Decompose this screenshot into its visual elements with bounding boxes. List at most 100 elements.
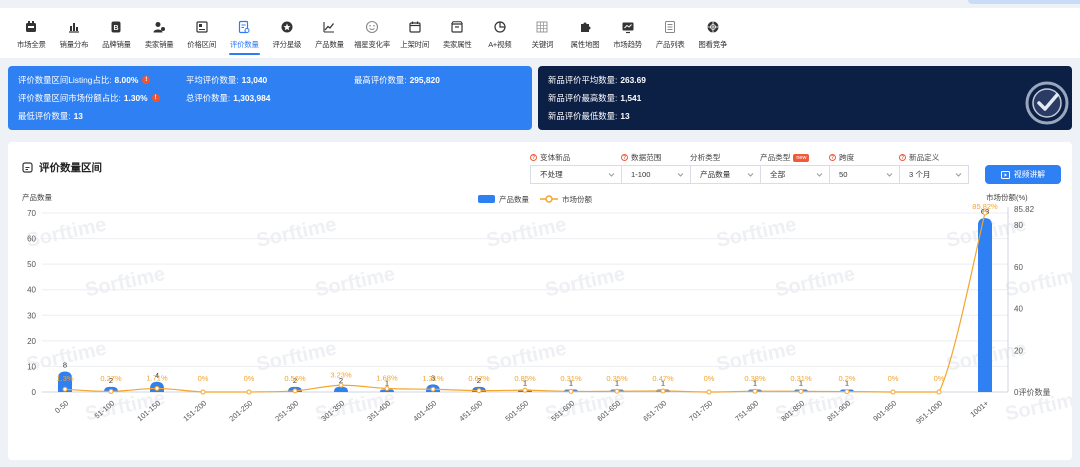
stat-min-reviews: 最低评价数量: 13 — [18, 110, 83, 122]
tab-market-overview[interactable]: 市场全景 — [10, 8, 53, 58]
brand-icon: B — [109, 20, 123, 34]
market-share-label: 0.47% — [652, 374, 674, 383]
tab-label: 产品数量 — [315, 40, 344, 49]
tab-pie[interactable]: A+视频 — [479, 8, 522, 58]
tab-list[interactable]: 产品列表 — [649, 8, 692, 58]
review-count-card: Sorftime Sorftime Sorftime Sorftime Sorftime… — [8, 142, 1072, 460]
market-overview-icon — [24, 20, 38, 34]
filter-select[interactable]: 不处理 — [530, 165, 622, 184]
filter-label-row: ? 变体新品 — [530, 152, 622, 163]
filter-select[interactable]: 3 个月 — [899, 165, 969, 184]
stat-market-share: 评价数量区间市场份额占比: 1.30%! — [18, 92, 160, 104]
watermark-text: Sorftime — [543, 263, 627, 301]
stat-total-reviews: 总评价数量: 1,303,984 — [186, 92, 270, 104]
filter-4: 产品类型 new 全部 — [760, 152, 830, 184]
market-share-label: 0% — [934, 374, 945, 383]
filter-label-row: ? 跨度 — [829, 152, 900, 163]
market-share-point — [108, 388, 114, 394]
tab-bar-chart[interactable]: 销量分布 — [53, 8, 96, 58]
filter-select[interactable]: 产品数量 — [690, 165, 761, 184]
tab-keyword[interactable]: 关键词 — [521, 8, 564, 58]
shop-icon — [450, 20, 464, 34]
help-icon[interactable]: ? — [530, 154, 537, 161]
help-icon[interactable]: ? — [621, 154, 628, 161]
y-tick-left: 10 — [27, 362, 36, 371]
market-share-label: 0.31% — [790, 374, 812, 383]
watermark-text: Sorftime — [83, 263, 167, 301]
tab-trend[interactable]: 市场趋势 — [606, 8, 649, 58]
market-share-point — [660, 388, 666, 394]
card-title: 评价数量区间 — [22, 160, 102, 175]
watermark-text: Sorftime — [714, 214, 798, 252]
filter-select[interactable]: 全部 — [760, 165, 830, 184]
x-tick-label: 151-200 — [181, 399, 208, 424]
warning-icon[interactable]: ! — [142, 76, 151, 84]
filter-label: 跨度 — [839, 153, 855, 162]
y-tick-right: 0评价数量 — [1014, 387, 1050, 397]
legend-label-bar: 产品数量 — [499, 194, 529, 204]
tab-competition[interactable]: 图看竞争 — [692, 8, 735, 58]
help-icon[interactable]: ? — [899, 154, 906, 161]
stat-label: 新品评价最高数量: — [548, 93, 618, 103]
filter-select[interactable]: 1-100 — [621, 165, 691, 184]
review-stats-panel: 评价数量区间Listing占比: 8.00%! 评价数量区间市场份额占比: 1.30… — [8, 66, 532, 130]
filter-label-row: 产品类型 new — [760, 152, 830, 163]
tab-label: 品牌销量 — [102, 40, 131, 49]
stat-value: 1,303,984 — [233, 93, 271, 103]
x-tick-label: 201-250 — [227, 399, 254, 424]
market-share-point — [338, 382, 344, 388]
help-icon[interactable]: ? — [829, 154, 836, 161]
market-share-point — [890, 389, 896, 395]
x-tick-label: 901-950 — [871, 399, 898, 424]
tab-calendar[interactable]: 上架时间 — [393, 8, 436, 58]
filter-value: 全部 — [770, 170, 786, 179]
market-share-point — [752, 388, 758, 394]
market-share-label: 0.85% — [514, 374, 536, 383]
tab-label: 卖家属性 — [442, 40, 472, 49]
market-share-point — [798, 388, 804, 394]
play-icon — [1000, 170, 1010, 179]
star-icon — [280, 20, 294, 34]
x-tick-label: 651-700 — [641, 399, 668, 424]
tab-puzzle[interactable]: 属性地图 — [564, 8, 607, 58]
video-tutorial-button[interactable]: 视频讲解 — [985, 165, 1061, 184]
filter-6: ? 新品定义 3 个月 — [899, 152, 969, 184]
x-tick-label: 451-500 — [457, 399, 484, 424]
market-share-point — [292, 388, 298, 394]
filter-value: 1-100 — [631, 170, 651, 179]
tab-price-range[interactable]: 价格区间 — [180, 8, 223, 58]
video-button-label: 视频讲解 — [1013, 170, 1046, 179]
filter-label: 分析类型 — [690, 153, 721, 162]
pie-icon — [493, 20, 507, 34]
tab-brand[interactable]: B 品牌销量 — [95, 8, 138, 58]
tab-shop[interactable]: 卖家属性 — [436, 8, 479, 58]
filter-2: ? 数据范围 1-100 — [621, 152, 691, 184]
legend-swatch-dot — [545, 195, 553, 203]
tab-review-count[interactable]: 评价数量 — [223, 8, 266, 58]
stat-value: 13 — [73, 111, 83, 121]
tab-seller[interactable]: 卖家销量 — [138, 8, 181, 58]
seller-icon — [152, 20, 166, 34]
tab-smile[interactable]: 福星变化率 — [351, 8, 394, 58]
market-share-label: 1.31% — [422, 374, 444, 383]
list-icon — [663, 20, 677, 34]
tab-label: 图看竞争 — [698, 40, 728, 49]
filter-label-row: 分析类型 — [690, 152, 761, 163]
market-share-label: 0% — [198, 374, 209, 383]
filter-select[interactable]: 50 — [829, 165, 900, 184]
y-tick-right: 80 — [1014, 221, 1023, 230]
x-tick-label: 251-300 — [273, 399, 300, 424]
y-axis-title-right: 市场份额(%) — [986, 192, 1028, 202]
tab-label: 价格区间 — [187, 40, 217, 49]
x-tick-label: 1001+ — [968, 398, 990, 419]
tab-line-chart[interactable]: 产品数量 — [308, 8, 351, 58]
x-tick-label: 501-550 — [503, 399, 530, 424]
chevron-down-icon — [747, 173, 754, 177]
market-share-point — [246, 389, 252, 395]
price-range-icon — [195, 20, 209, 34]
stat-avg-reviews: 平均评价数量: 13,040 — [186, 74, 267, 86]
market-share-label: 1.68% — [376, 373, 398, 382]
tab-star[interactable]: 评分星级 — [266, 8, 309, 58]
warning-icon[interactable]: ! — [151, 94, 160, 102]
filter-value: 不处理 — [540, 170, 563, 179]
